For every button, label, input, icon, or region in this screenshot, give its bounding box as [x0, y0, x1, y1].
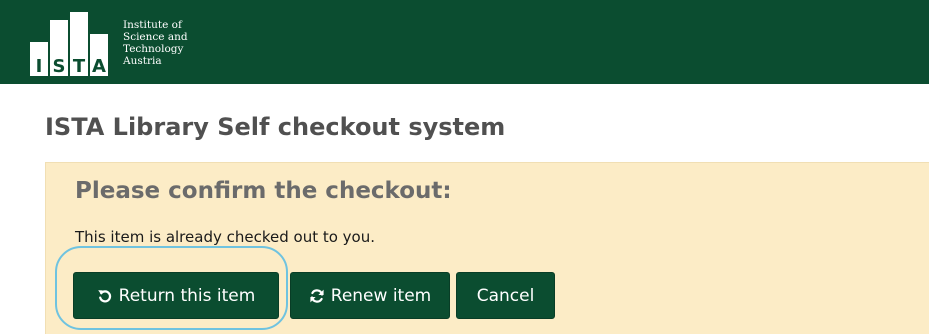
renew-item-button[interactable]: Renew item	[290, 272, 450, 319]
return-this-item-button[interactable]: Return this item	[73, 272, 279, 319]
logo-letter-t: T	[73, 56, 86, 76]
logo-text-line: Technology	[123, 43, 184, 55]
site-header: I S T A Institute of Science and Technol…	[0, 0, 929, 84]
logo-letter-i: I	[36, 56, 43, 76]
logo-text-line: Science and	[123, 31, 188, 43]
logo-wordmark: Institute of Science and Technology Aust…	[123, 19, 188, 67]
undo-icon	[97, 288, 113, 304]
renew-button-label: Renew item	[330, 285, 432, 306]
return-button-label: Return this item	[118, 285, 256, 306]
cancel-button-label: Cancel	[476, 285, 535, 306]
page-title: ISTA Library Self checkout system	[45, 113, 506, 141]
logo-letter-s: S	[53, 56, 66, 76]
logo-letter-a: A	[92, 56, 106, 76]
checkout-status-message: This item is already checked out to you.	[75, 228, 375, 246]
logo-text-line: Institute of	[123, 19, 182, 31]
logo-text-line: Austria	[123, 55, 162, 67]
refresh-icon	[309, 288, 325, 304]
cancel-button[interactable]: Cancel	[456, 272, 555, 319]
confirm-checkout-panel: Please confirm the checkout: This item i…	[45, 162, 929, 334]
confirm-heading: Please confirm the checkout:	[75, 178, 452, 204]
ista-logo-icon[interactable]: I S T A	[30, 12, 114, 76]
